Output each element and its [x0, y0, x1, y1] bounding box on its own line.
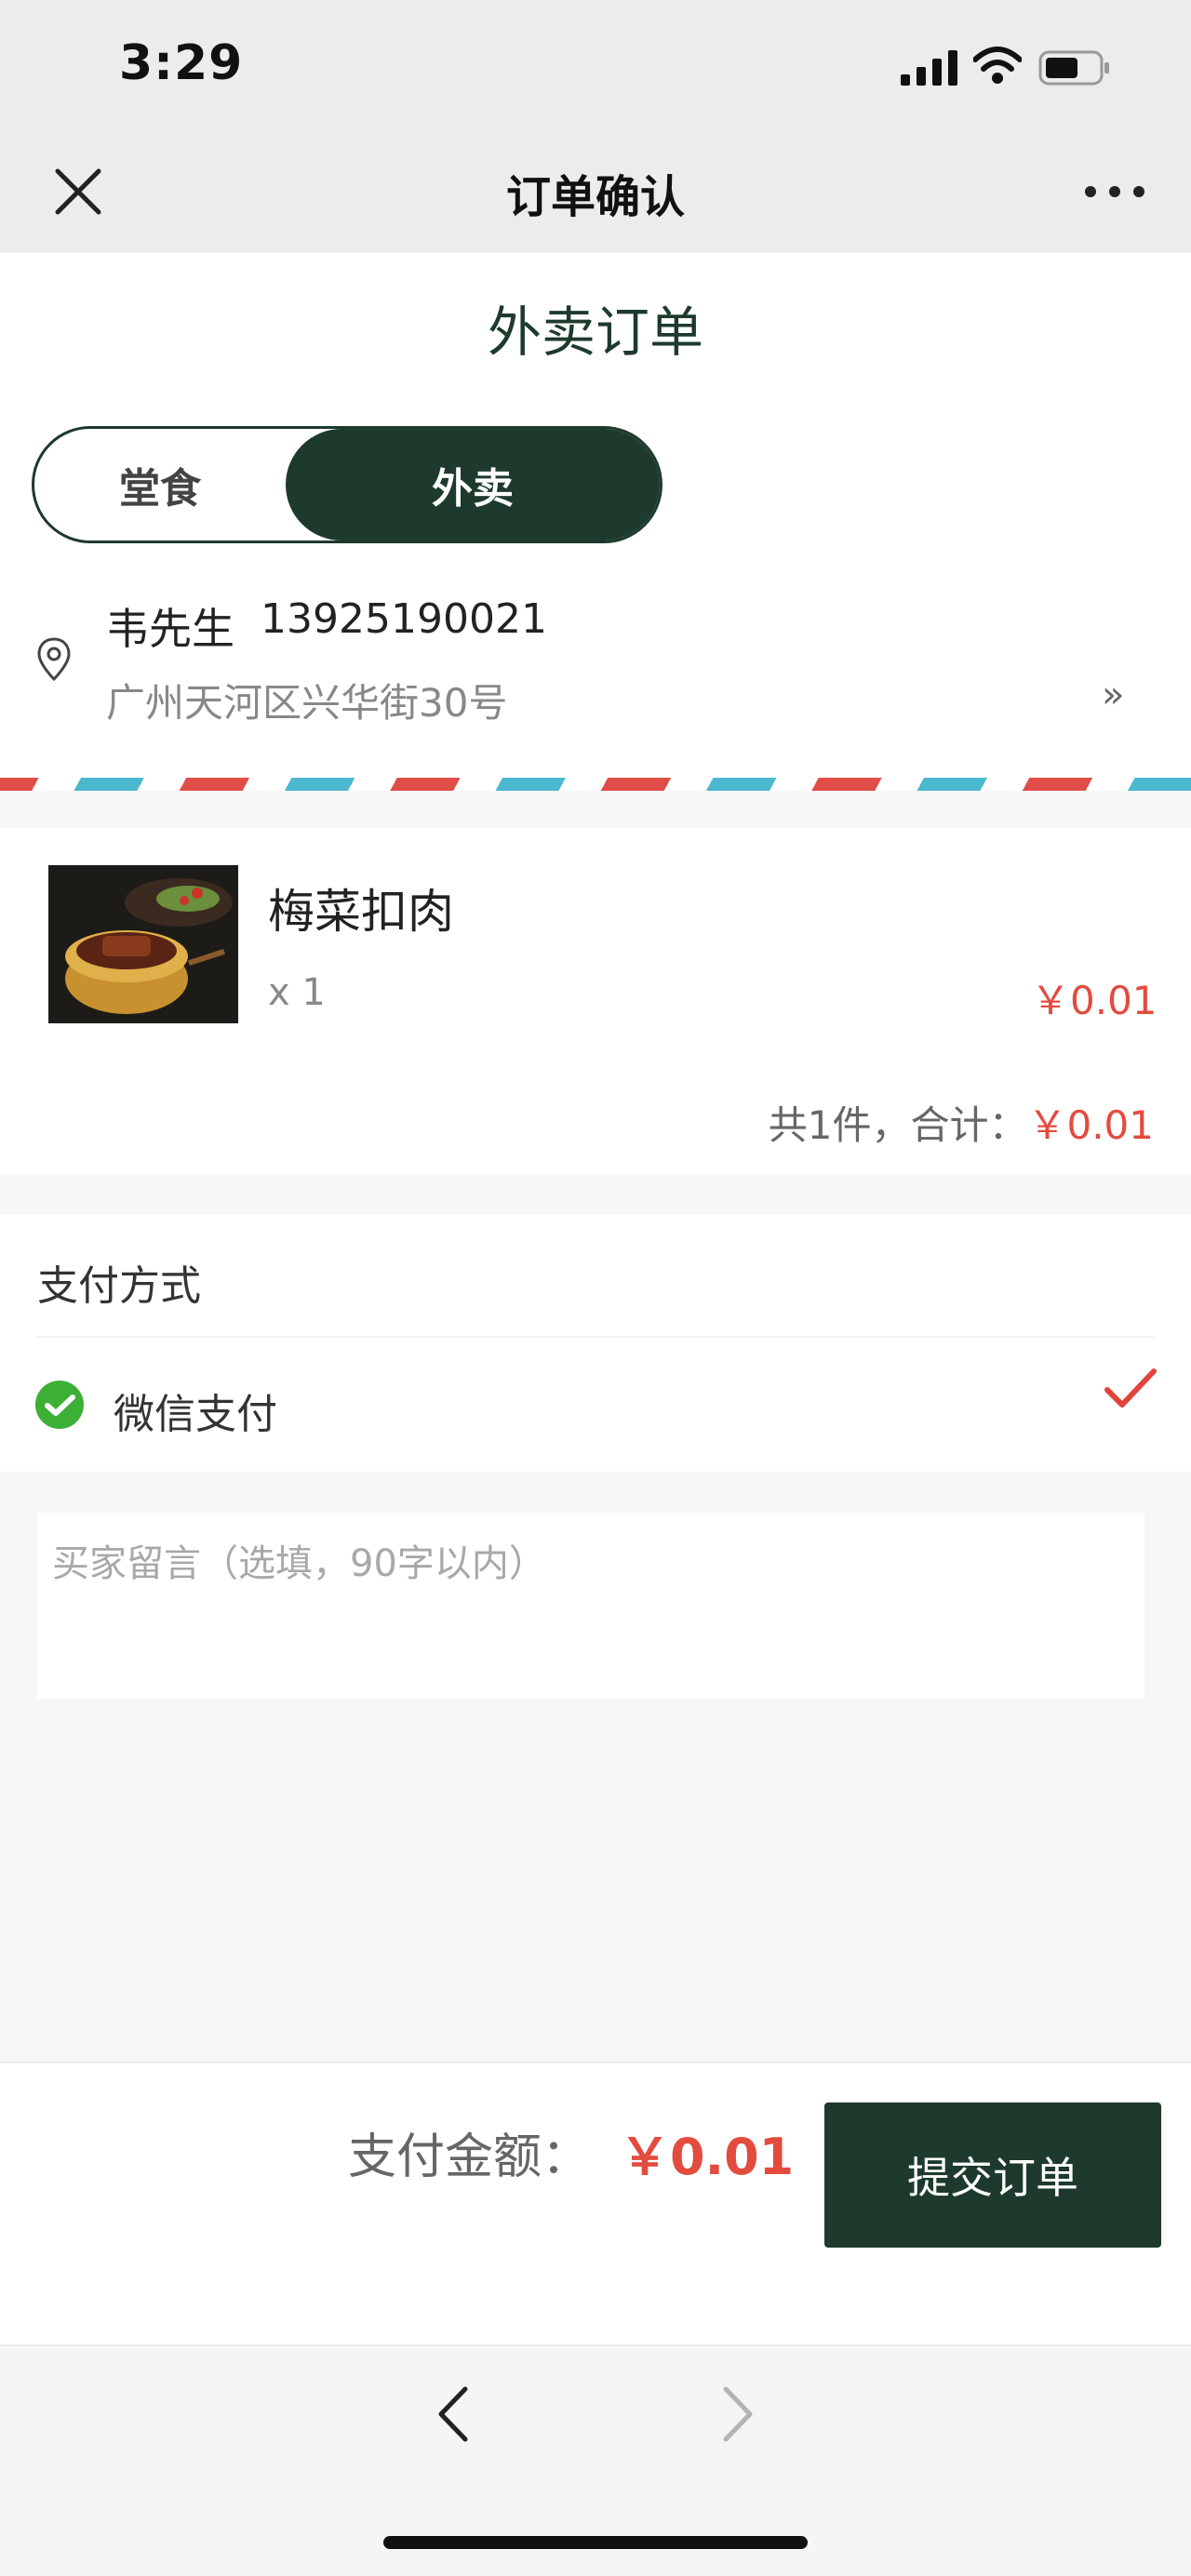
payment-heading: 支付方式: [37, 1262, 201, 1310]
order-type-toggle: 堂食 外卖: [32, 426, 662, 543]
address-detail: 广州天河区兴华街30号: [106, 680, 508, 726]
total-label: 支付金额：: [348, 2129, 591, 2185]
divider: [37, 1336, 1154, 1338]
wifi-icon: [973, 47, 1022, 84]
wechat-pay-icon: [35, 1381, 84, 1429]
food-image: [48, 865, 238, 1023]
payment-option-wechat[interactable]: 微信支付: [114, 1381, 277, 1440]
tab-dine-in[interactable]: 堂食: [34, 429, 286, 541]
item-name: 梅菜扣肉: [268, 885, 454, 939]
page-heading: 外卖订单: [487, 300, 703, 364]
item-quantity: x 1: [268, 971, 326, 1014]
recipient-phone: 13925190021: [261, 595, 547, 643]
address-arrow-icon[interactable]: »: [1102, 674, 1124, 716]
chevron-left-icon[interactable]: [430, 2382, 478, 2447]
home-indicator: [383, 2536, 808, 2549]
total-amount: ￥0.01: [620, 2128, 795, 2186]
summary-label: 共1件，合计：: [768, 1102, 1028, 1148]
battery-icon: [1038, 50, 1109, 86]
more-icon[interactable]: [1079, 171, 1150, 212]
remark-input[interactable]: [37, 1513, 1144, 1699]
submit-order-button[interactable]: 提交订单: [824, 2102, 1161, 2248]
summary-amount: ￥0.01: [1027, 1102, 1154, 1148]
tab-delivery[interactable]: 外卖: [286, 429, 660, 541]
summary-line: 共1件，合计：￥0.01: [769, 1094, 1154, 1151]
status-time: 3:29: [119, 35, 244, 91]
location-pin-icon: [37, 637, 71, 682]
signal-icon: [901, 50, 957, 86]
address-stripe-divider: [0, 778, 1191, 791]
chevron-right-icon: [723, 2386, 753, 2442]
check-icon[interactable]: [1104, 1366, 1158, 1412]
recipient-name: 韦先生: [106, 604, 234, 654]
nav-title: 订单确认: [505, 171, 685, 223]
item-price: ￥0.01: [1031, 978, 1158, 1023]
